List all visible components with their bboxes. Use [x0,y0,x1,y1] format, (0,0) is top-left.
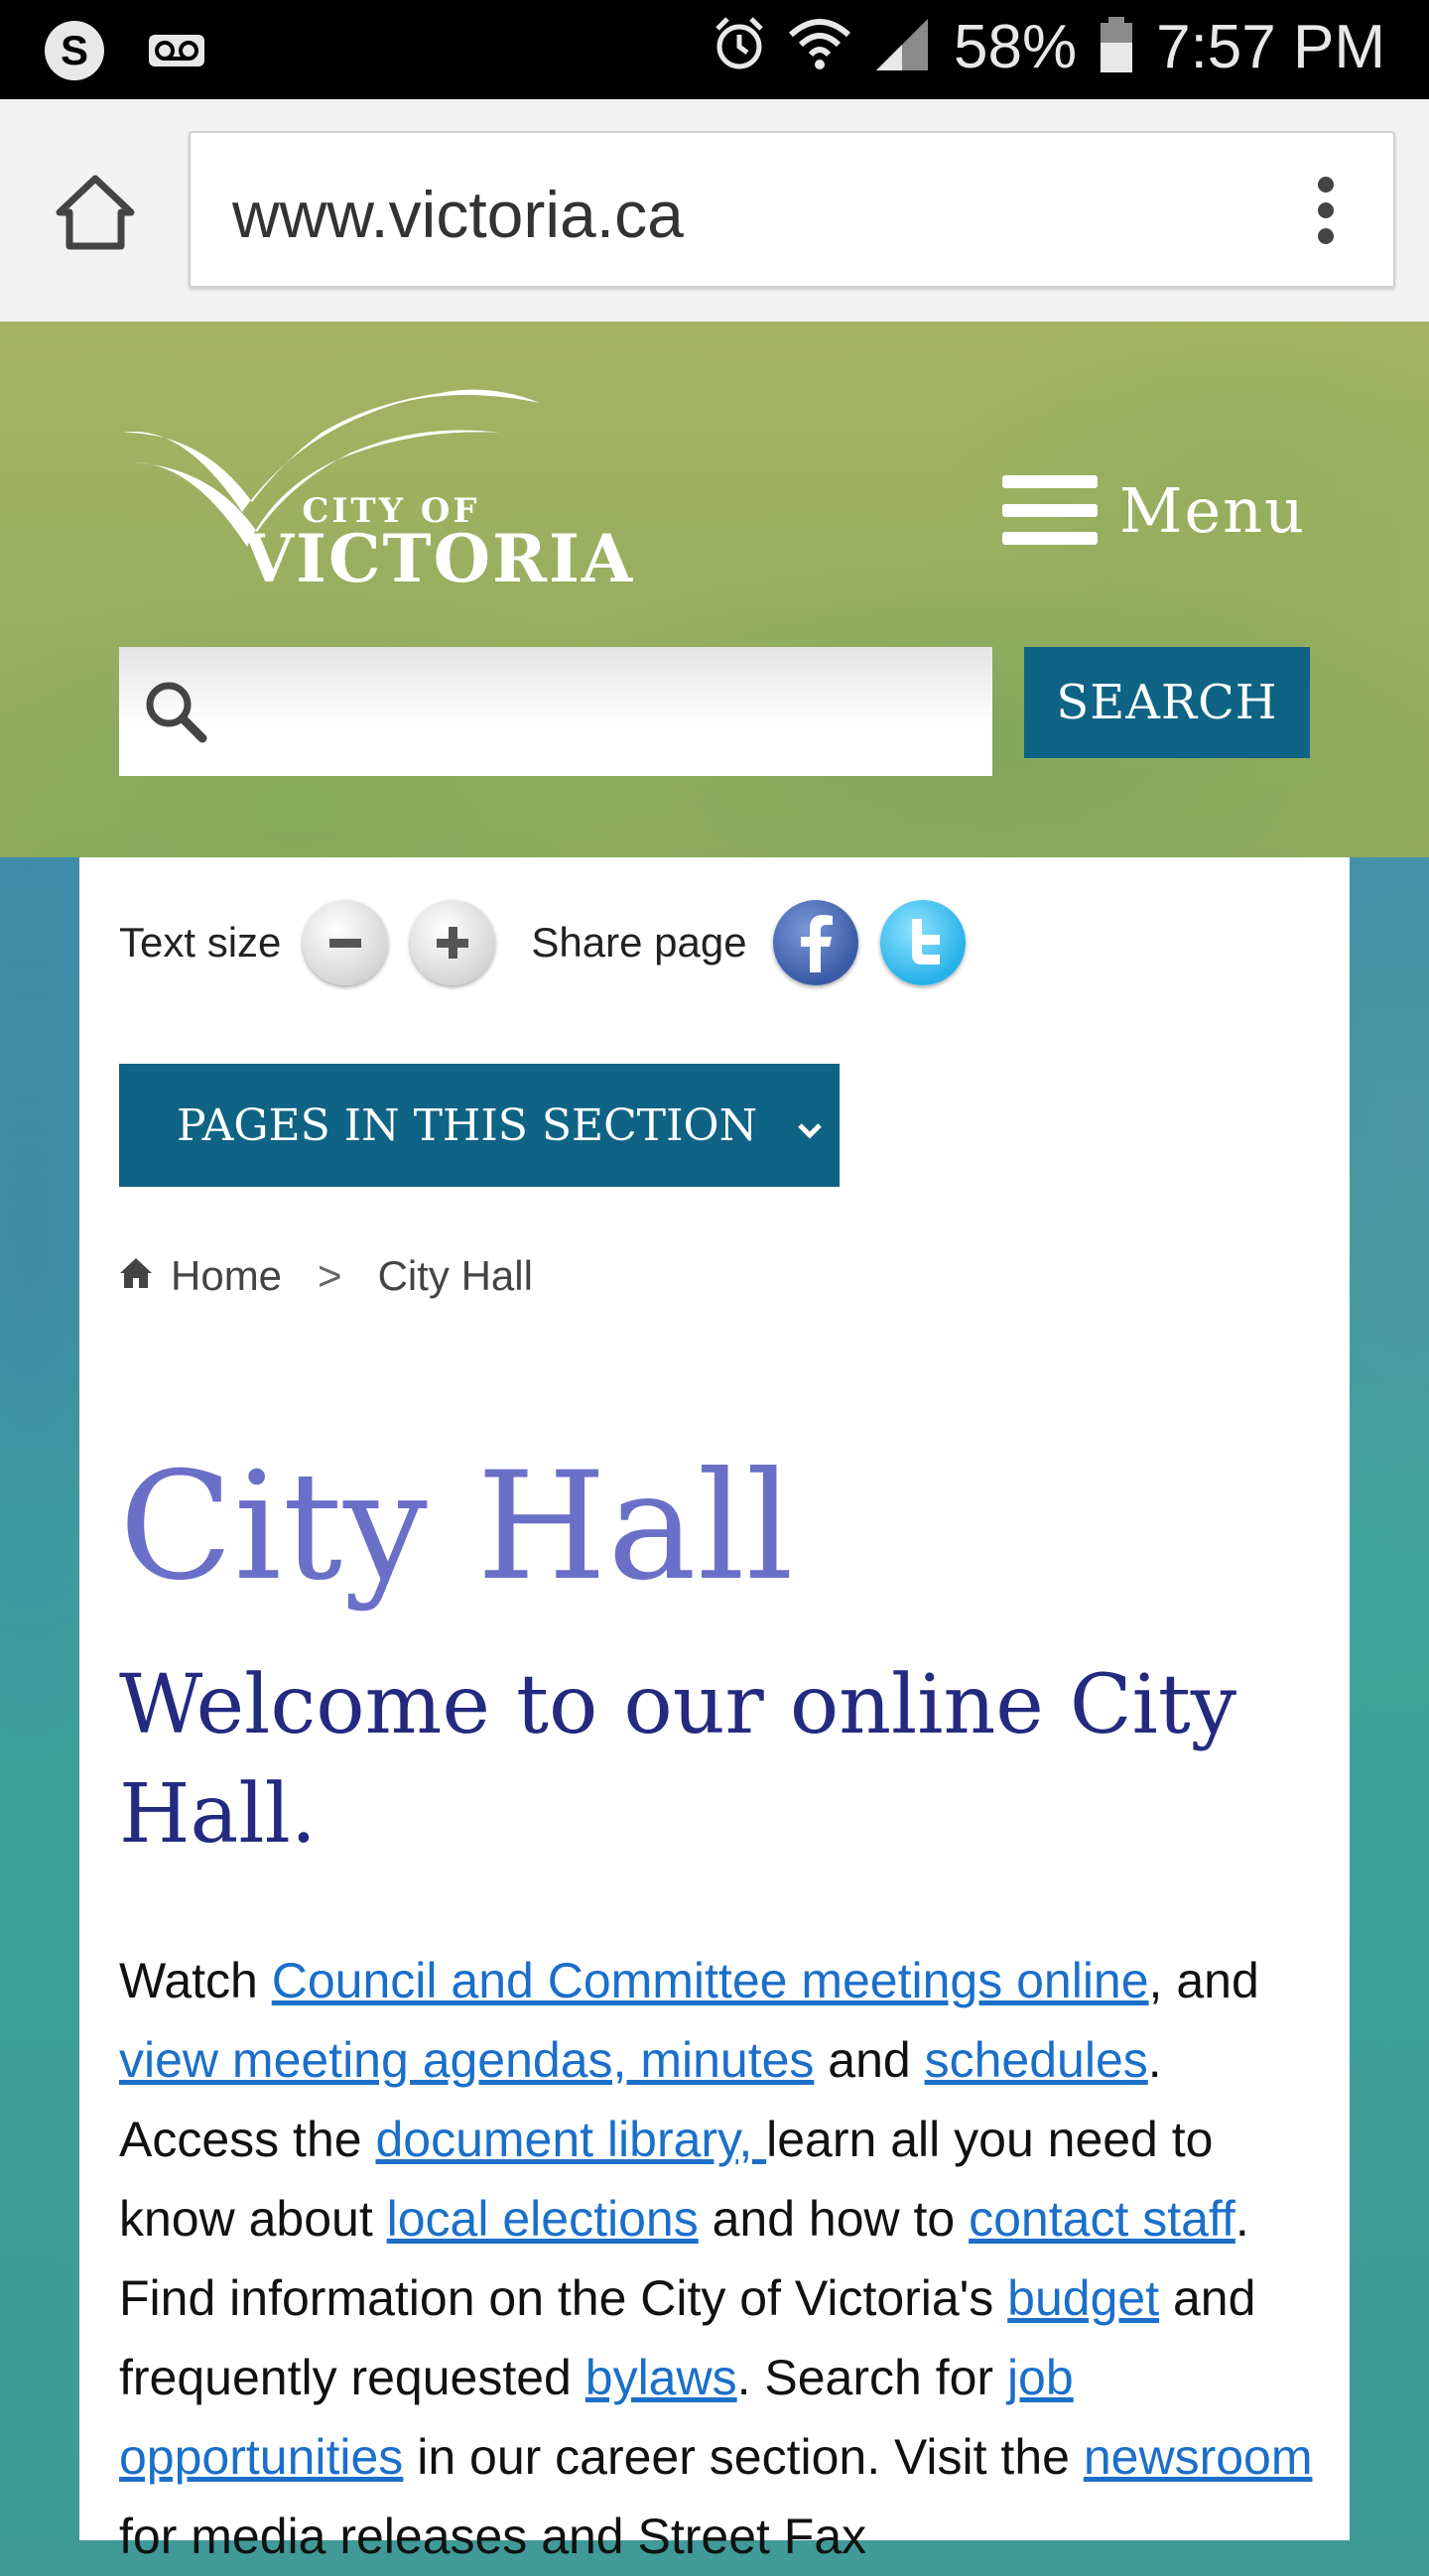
url-text[interactable]: www.victoria.ca [232,177,684,252]
budget-link[interactable]: budget [1007,2270,1159,2326]
chevron-down-icon [797,1100,823,1151]
body-text: and how to [698,2191,970,2247]
battery-percentage: 58% [954,13,1078,81]
text-size-label: Text size [119,919,282,966]
bylaws-link[interactable]: bylaws [585,2350,737,2405]
home-breadcrumb-icon [119,1252,153,1300]
wifi-icon [788,15,851,79]
status-bar: S 58% 7:57 PM [0,0,1429,99]
pages-in-section-label: PAGES IN THIS SECTION [177,1099,758,1151]
search-button[interactable]: SEARCH [1024,647,1310,758]
local-elections-link[interactable]: local elections [387,2191,699,2247]
breadcrumb-home-link[interactable]: Home [171,1252,282,1300]
overflow-menu-icon[interactable] [1316,177,1336,246]
welcome-heading: Welcome to our online City Hall. [119,1658,1237,1862]
body-text: Watch [119,1953,272,2008]
voicemail-icon [147,31,206,75]
clock-time: 7:57 PM [1156,13,1385,81]
schedules-link[interactable]: schedules [925,2032,1148,2088]
browser-toolbar: www.victoria.ca [0,99,1429,323]
document-library-link[interactable]: document library, [375,2112,766,2167]
main-content: Text size Share page PAGES IN THIS SECTI… [79,857,1350,2564]
breadcrumb: Home > City Hall [119,1252,533,1300]
decrease-text-size-button[interactable] [303,900,389,985]
body-text: , and [1148,1953,1259,2008]
newsroom-link[interactable]: newsroom [1084,2429,1313,2485]
page-tools: Text size Share page [119,893,966,992]
logo-line2: VICTORIA [242,520,634,597]
site-header: CITY OF VICTORIA Menu SEARCH [0,322,1429,857]
twitter-icon [911,919,940,965]
pages-in-section-button[interactable]: PAGES IN THIS SECTION [119,1064,840,1187]
menu-button[interactable]: Menu [1002,470,1306,550]
twitter-share-button[interactable] [879,900,966,985]
hamburger-icon [1002,475,1098,545]
council-meetings-link[interactable]: Council and Committee meetings online [272,1953,1149,2008]
breadcrumb-current: City Hall [377,1252,533,1299]
search-input[interactable] [228,647,986,778]
url-bar[interactable]: www.victoria.ca [189,131,1395,288]
body-text: in our career section. Visit the [403,2429,1084,2485]
intro-paragraph: Watch Council and Committee meetings onl… [119,1941,1320,2576]
increase-text-size-button[interactable] [410,900,496,985]
search-icon [141,677,210,746]
skype-icon: S [42,18,107,88]
minus-icon [329,939,362,948]
facebook-share-button[interactable] [772,900,858,985]
contact-staff-link[interactable]: contact staff [969,2191,1235,2247]
body-text: and [814,2032,925,2088]
alarm-icon [712,15,767,79]
body-text: . Search for [736,2350,1007,2405]
search-field[interactable] [119,647,992,778]
facebook-icon [800,915,833,972]
svg-text:S: S [61,27,88,73]
home-icon[interactable] [54,171,137,254]
breadcrumb-separator: > [318,1252,342,1299]
cell-signal-icon [872,15,932,79]
city-of-victoria-logo[interactable]: CITY OF VICTORIA [123,373,649,601]
body-text: for media releases and Street Fax [119,2509,867,2564]
battery-icon [1099,15,1134,79]
share-page-label: Share page [531,919,747,966]
agendas-minutes-link[interactable]: view meeting agendas, minutes [119,2032,814,2088]
plus-icon [437,927,469,959]
menu-label: Menu [1119,473,1307,547]
page-title: City Hall [119,1441,795,1613]
